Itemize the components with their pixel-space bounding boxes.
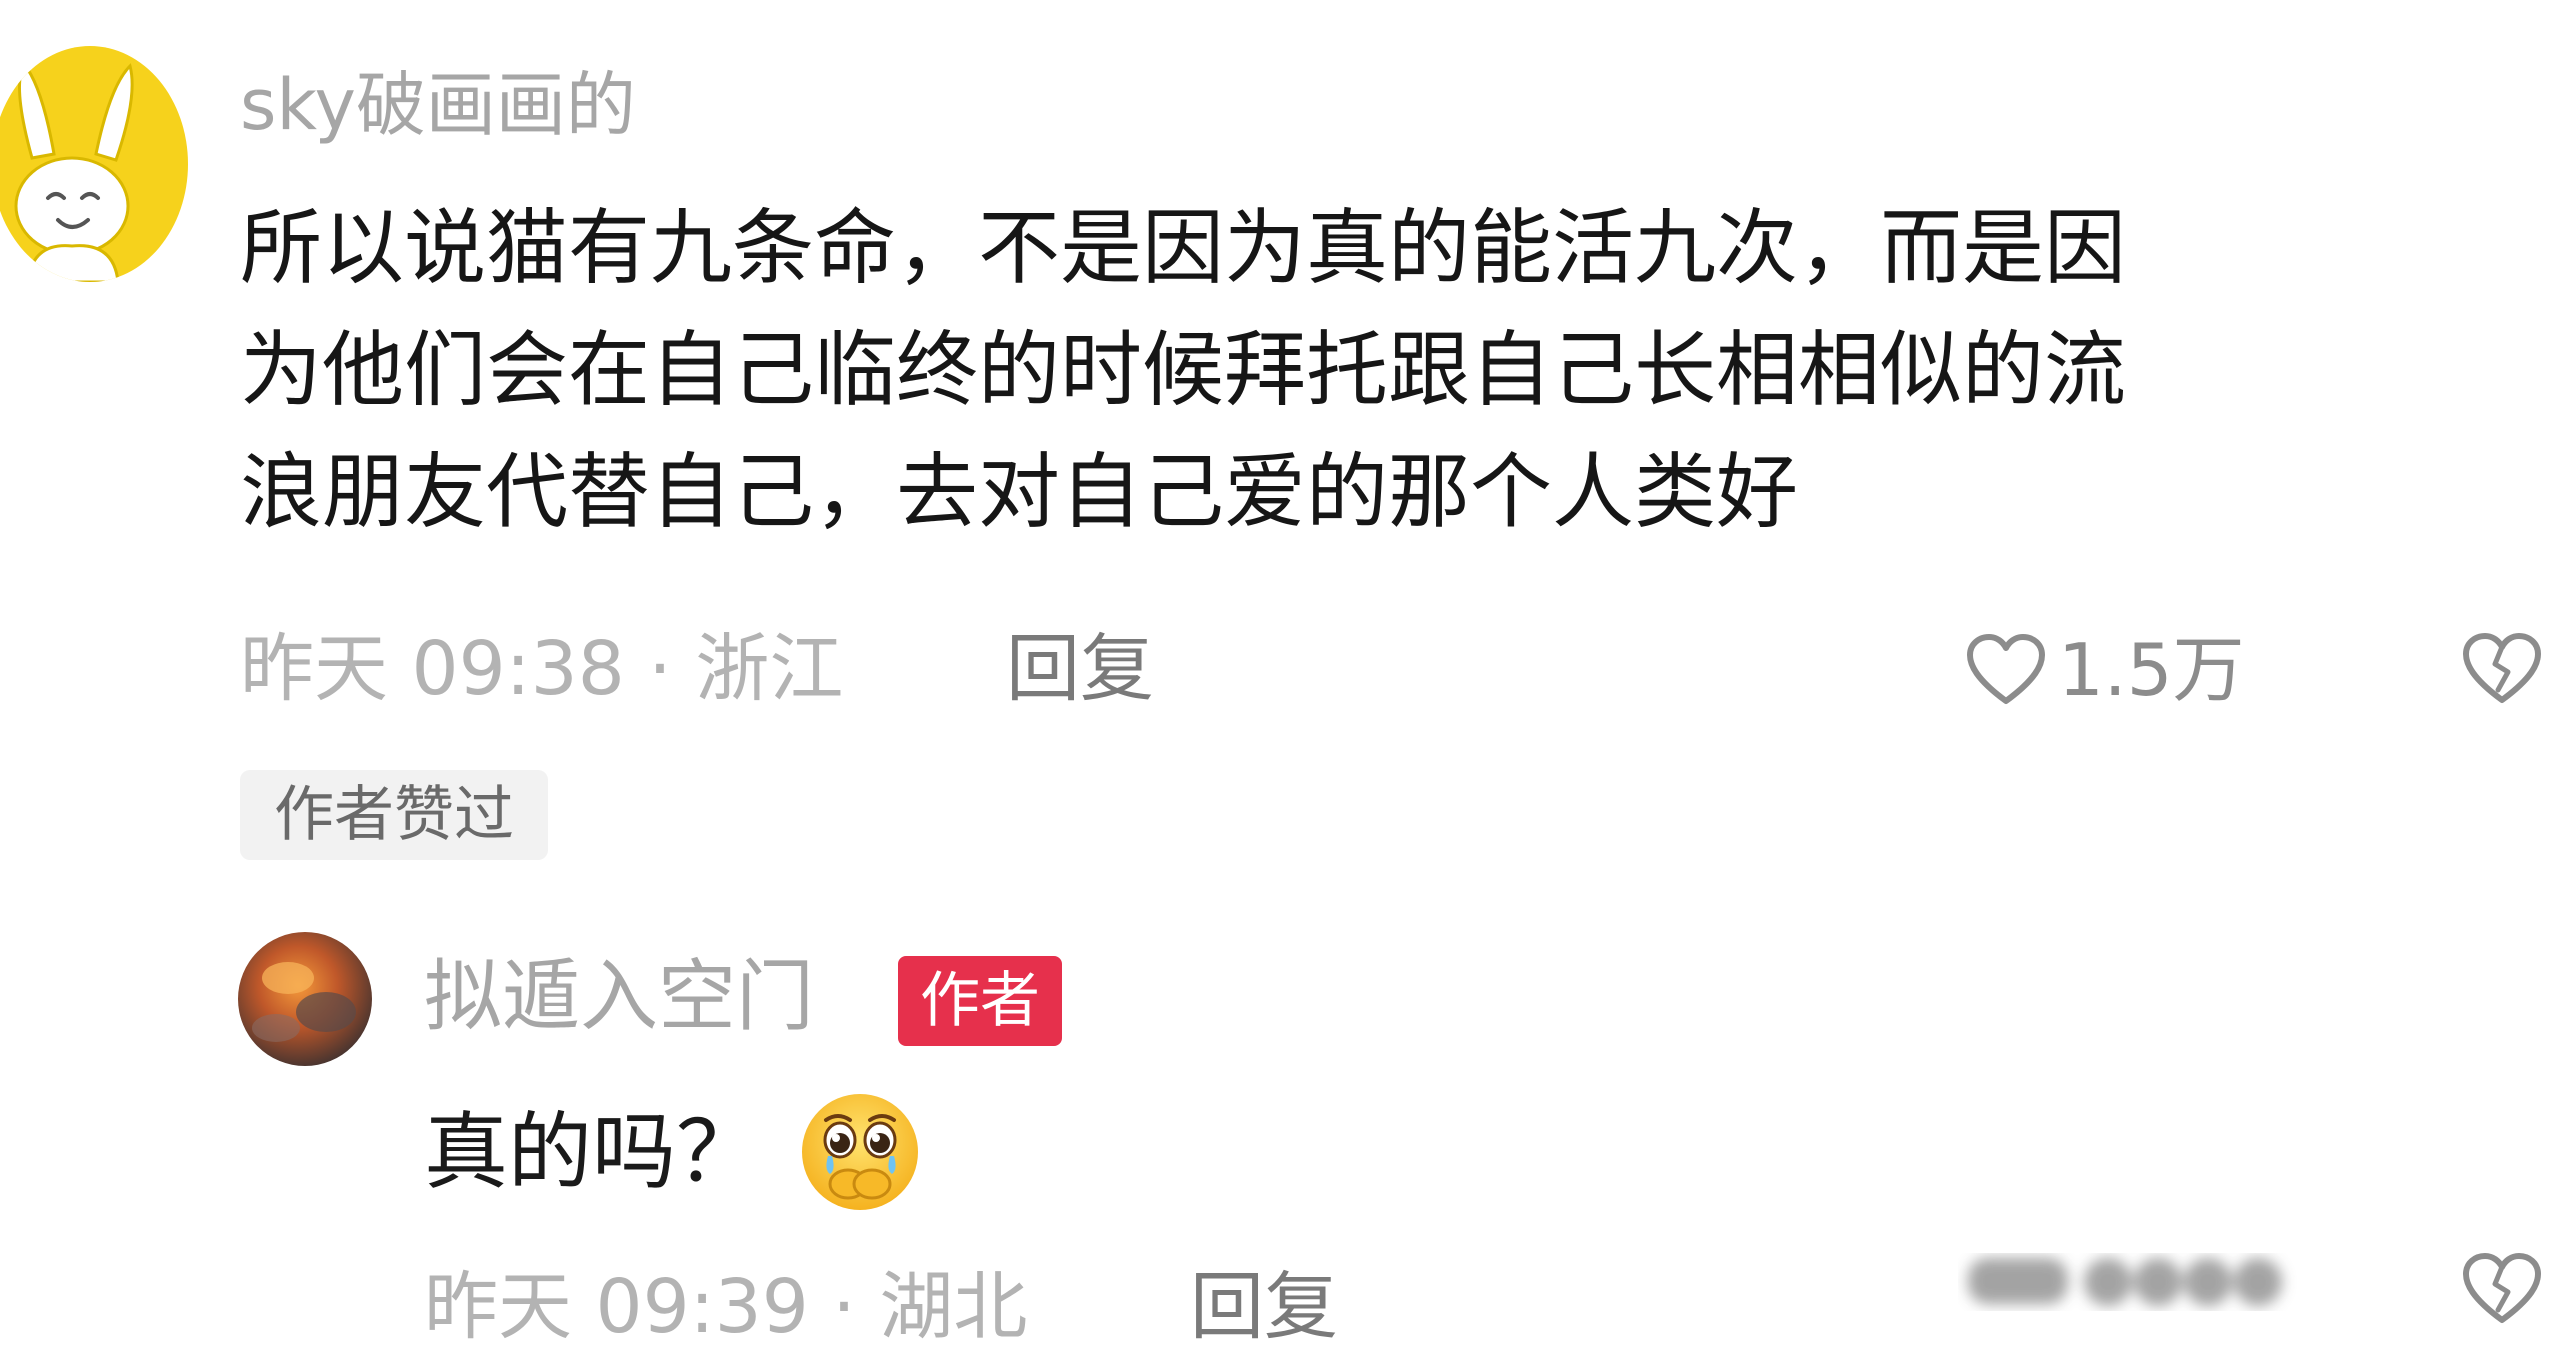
comment-text-line: 浪朋友代替自己，去对自己爱的那个人类好: [240, 445, 1799, 540]
comment-text-line: 所以说猫有九条命，不是因为真的能活九次，而是因: [240, 201, 2127, 296]
reply-button[interactable]: 回复: [1190, 1270, 1338, 1344]
reply-text-row: 真的吗？: [424, 1090, 922, 1214]
cartoon-rabbit-avatar: [14, 61, 134, 282]
username[interactable]: 拟遁入空门: [424, 958, 814, 1036]
like-button[interactable]: 1.5万: [1966, 628, 2245, 712]
avatar[interactable]: [0, 46, 188, 282]
dislike-button[interactable]: [2462, 632, 2542, 710]
comment-text-line: 为他们会在自己临终的时候拜托跟自己长相相似的流: [240, 323, 2127, 418]
reply-time-location: 昨天 09:39 · 湖北: [424, 1264, 1028, 1350]
pleading-face-emoji: [802, 1094, 919, 1210]
fire-photo-avatar: [238, 932, 372, 1066]
author-badge: 作者: [898, 956, 1062, 1046]
reply-text: 真的吗？: [424, 1103, 761, 1201]
like-count: 1.5万: [2058, 628, 2245, 712]
dislike-button[interactable]: [2462, 1252, 2542, 1330]
reply-button[interactable]: 回复: [1006, 632, 1154, 706]
heart-outline-icon: [1967, 634, 2045, 704]
avatar[interactable]: [238, 932, 372, 1066]
broken-heart-icon: [2463, 633, 2541, 703]
username[interactable]: sky破画画的: [240, 70, 636, 140]
broken-heart-icon: [2463, 1253, 2541, 1323]
comment-text: 所以说猫有九条命，不是因为真的能活九次，而是因 为他们会在自己临终的时候拜托跟自…: [240, 188, 2126, 554]
comment-time-location: 昨天 09:38 · 浙江: [240, 626, 844, 712]
author-liked-tag: 作者赞过: [240, 770, 548, 860]
blurred-like-count: [1968, 1258, 2282, 1306]
